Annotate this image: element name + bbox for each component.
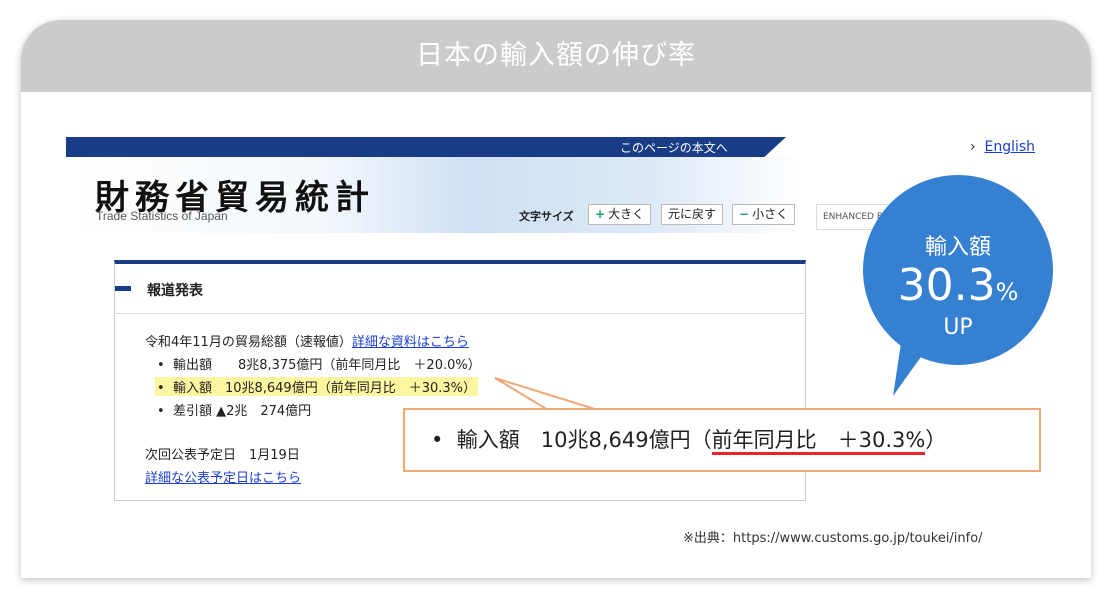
plus-icon: + <box>595 207 606 221</box>
growth-bubble: 輸入額 30.3% UP <box>863 175 1053 365</box>
callout-suffix: ） <box>925 428 947 452</box>
font-smaller-button[interactable]: − 小さく <box>732 204 796 225</box>
next-release-date: 次回公表予定日 1月19日 <box>145 448 300 463</box>
heading-marker <box>115 286 131 291</box>
english-link[interactable]: English <box>985 139 1036 155</box>
font-reset-button[interactable]: 元に戻す <box>661 204 724 225</box>
site-logo-subtitle: Trade Statistics of Japan <box>96 209 228 223</box>
source-note: ※出典：https://www.customs.go.jp/toukei/inf… <box>683 531 983 546</box>
export-item: 輸出額 8兆8,375億円（前年同月比 ＋20.0%） <box>172 358 481 373</box>
font-larger-button[interactable]: + 大きく <box>588 204 652 225</box>
bubble-unit: % <box>995 278 1019 306</box>
bubble-label: 輸入額 <box>924 235 991 260</box>
chevron-right-icon: › <box>970 139 985 155</box>
minus-icon: − <box>739 207 750 221</box>
callout-underlined-text: 前年同月比 ＋30.3% <box>711 428 926 455</box>
bubble-suffix: UP <box>943 315 973 340</box>
balance-item: 差引額 ▲2兆 274億円 <box>172 404 312 419</box>
card-title: 日本の輸入額の伸び率 <box>21 20 1091 92</box>
bubble-value: 30.3 <box>897 260 996 311</box>
english-link-wrap: › English <box>970 139 1035 155</box>
panel-title: 報道発表 <box>147 283 203 299</box>
callout-text: 輸入額 10兆8,649億円（ <box>456 428 712 452</box>
summary-text: 令和4年11月の貿易総額（速報値） <box>145 335 352 350</box>
import-item: 輸入額 10兆8,649億円（前年同月比 ＋30.3%） <box>172 381 476 396</box>
details-link[interactable]: 詳細な資料はこちら <box>352 335 469 350</box>
button-label: 大きく <box>608 207 645 221</box>
schedule-link[interactable]: 詳細な公表予定日はこちら <box>145 471 301 486</box>
font-size-label: 文字サイズ <box>519 210 574 223</box>
button-label: 小さく <box>752 207 789 221</box>
import-callout: • 輸入額 10兆8,649億円（前年同月比 ＋30.3%） <box>403 408 1041 472</box>
skip-to-content-link[interactable]: このページの本文へ <box>620 139 728 156</box>
